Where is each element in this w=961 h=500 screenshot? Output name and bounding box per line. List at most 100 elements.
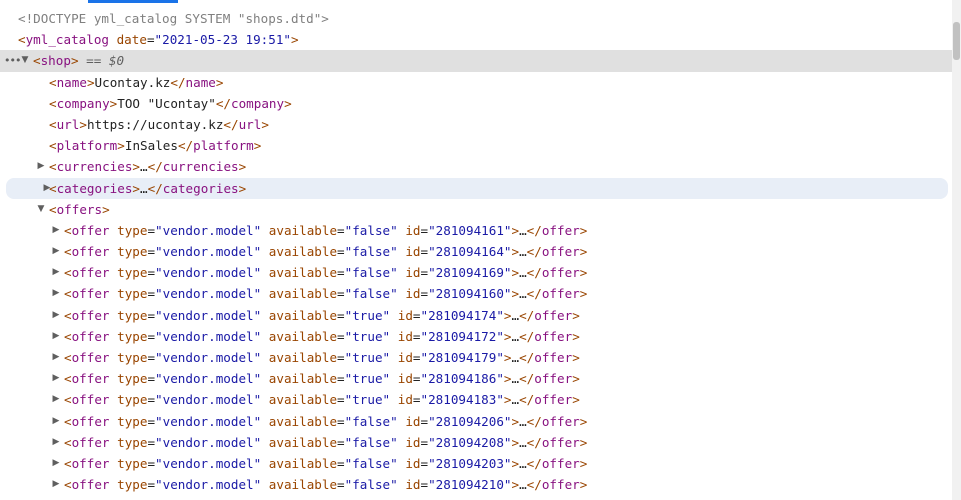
offer-node[interactable]: ▶ <offer type="vendor.model" available="f… <box>0 432 952 453</box>
tag-bracket: > <box>572 350 580 365</box>
collapse-toggle-icon[interactable]: ▶ <box>51 347 61 368</box>
offer-node[interactable]: ▶ <offer type="vendor.model" available="f… <box>0 411 952 432</box>
collapse-toggle-icon[interactable]: ▶ <box>51 283 61 304</box>
tag-name: offer <box>534 307 573 323</box>
collapse-toggle-icon[interactable]: ▶ <box>51 220 61 241</box>
offer-node[interactable]: ▶ <offer type="vendor.model" available="t… <box>0 347 952 368</box>
tag-name: offer <box>71 434 110 450</box>
collapse-toggle-icon[interactable]: ▶ <box>51 453 61 474</box>
tag-bracket: < <box>64 244 72 260</box>
attr-equals: = <box>147 350 156 365</box>
vertical-scrollbar[interactable] <box>952 0 961 500</box>
collapsed-ellipsis[interactable]: … <box>519 435 527 450</box>
offers-node-content: <offers> <box>49 199 110 220</box>
collapsed-ellipsis[interactable]: … <box>519 456 527 471</box>
tag-bracket: </ <box>170 74 186 90</box>
more-options-icon[interactable]: ••• <box>4 50 21 71</box>
shop-child-company[interactable]: <company>ТОО "Ucontay"</company> <box>0 93 952 114</box>
offer-node[interactable]: ▶ <offer type="vendor.model" available="f… <box>0 241 952 262</box>
tag-bracket: </ <box>519 328 535 344</box>
attr-value: "false" <box>344 286 398 302</box>
tag-name: offer <box>71 392 110 408</box>
collapsed-ellipsis[interactable]: … <box>512 329 520 344</box>
attr-equals: = <box>147 265 156 281</box>
offer-node[interactable]: ▶ <offer type="vendor.model" available="t… <box>0 368 952 389</box>
attr-name: type <box>117 244 148 260</box>
tag-bracket: </ <box>519 307 535 323</box>
attr-name: available <box>268 328 338 344</box>
collapse-toggle-icon[interactable]: ▶ <box>51 241 61 262</box>
collapse-toggle-icon[interactable]: ▶ <box>51 432 61 453</box>
yml-catalog-node[interactable]: <yml_catalog date="2021-05-23 19:51"> <box>0 29 952 50</box>
collapsed-ellipsis[interactable]: … <box>519 477 527 492</box>
tag-bracket: > <box>579 244 588 260</box>
collapsed-ellipsis[interactable]: … <box>512 308 520 323</box>
tag-bracket: < <box>49 138 57 154</box>
tag-bracket: < <box>64 265 72 281</box>
attr-equals: = <box>420 455 429 471</box>
offer-node[interactable]: ▶ <offer type="vendor.model" available="t… <box>0 305 952 326</box>
attr-equals: = <box>412 371 421 387</box>
offer-node[interactable]: ▶ <offer type="vendor.model" available="f… <box>0 262 952 283</box>
offer-node[interactable]: ▶ <offer type="vendor.model" available="f… <box>0 474 952 495</box>
offer-node[interactable]: ▶ <offer type="vendor.model" available="t… <box>0 326 952 347</box>
offer-node-content: <offer type="vendor.model" available="tr… <box>64 305 580 326</box>
tag-name: offer <box>71 371 110 387</box>
attr-equals: = <box>412 307 421 323</box>
tag-bracket: > <box>503 371 512 387</box>
scrollbar-thumb[interactable] <box>953 22 960 60</box>
offer-node[interactable]: ▶ <offer type="vendor.model" available="t… <box>0 389 952 410</box>
expand-toggle-icon[interactable]: ▼ <box>20 50 30 71</box>
collapsed-ellipsis[interactable]: … <box>519 223 527 238</box>
collapsed-ellipsis[interactable]: … <box>140 159 148 174</box>
tag-bracket: > <box>253 138 262 154</box>
doctype-node-content: <!DOCTYPE yml_catalog SYSTEM "shops.dtd"… <box>18 8 329 29</box>
collapse-toggle-icon[interactable]: ▶ <box>51 389 61 410</box>
shop-node[interactable]: ••• ▼ <shop> == $0 <box>0 50 952 72</box>
shop-child-url[interactable]: <url>https://ucontay.kz</url> <box>0 114 952 135</box>
tag-name: offer <box>71 413 110 429</box>
collapse-toggle-icon[interactable]: ▶ <box>51 411 61 432</box>
collapse-toggle-icon[interactable]: ▶ <box>36 156 46 177</box>
collapsed-ellipsis[interactable]: … <box>512 371 520 386</box>
collapse-toggle-icon[interactable]: ▶ <box>51 262 61 283</box>
collapse-toggle-icon[interactable]: ▶ <box>51 326 61 347</box>
offers-node[interactable]: ▼ <offers> <box>0 199 952 220</box>
collapse-toggle-icon[interactable]: ▶ <box>51 474 61 495</box>
collapsed-ellipsis[interactable]: … <box>519 286 527 301</box>
tag-bracket: > <box>511 222 520 238</box>
collapse-toggle-icon[interactable]: ▶ <box>51 368 61 389</box>
tag-bracket: > <box>102 201 110 217</box>
collapsed-ellipsis[interactable]: … <box>512 392 520 407</box>
collapsed-ellipsis[interactable]: … <box>519 414 527 429</box>
shop-child-name[interactable]: <name>Ucontay.kz</name> <box>0 72 952 93</box>
collapsed-ellipsis[interactable]: … <box>519 244 527 259</box>
attr-name: type <box>117 392 148 408</box>
offer-node[interactable]: ▶ <offer type="vendor.model" available="f… <box>0 283 952 304</box>
offer-node[interactable]: ▶ <offer type="vendor.model" available="f… <box>0 220 952 241</box>
shop-child-currencies[interactable]: ▶ <currencies>…</currencies> <box>0 156 952 177</box>
collapse-toggle-icon[interactable]: ▶ <box>51 305 61 326</box>
attr-equals: = <box>412 328 421 344</box>
tag-bracket: < <box>64 392 72 408</box>
expand-toggle-icon[interactable]: ▼ <box>36 199 46 220</box>
shop-child-categories-content: <categories>…</categories> <box>49 178 246 199</box>
attr-equals: = <box>147 455 156 471</box>
offer-node[interactable]: ▶ <offer type="vendor.model" available="f… <box>0 453 952 474</box>
shop-child-platform[interactable]: <platform>InSales</platform> <box>0 135 952 156</box>
shop-child-categories[interactable]: ▶ <categories>…</categories> <box>6 177 948 199</box>
attr-name: id <box>397 350 413 365</box>
collapsed-ellipsis[interactable]: … <box>140 181 148 196</box>
collapsed-ellipsis[interactable]: … <box>519 265 527 280</box>
tag-bracket: > <box>291 32 299 48</box>
tag-bracket: > <box>579 434 588 450</box>
attr-name: id <box>397 307 413 323</box>
attr-equals: = <box>147 413 156 429</box>
doctype-node[interactable]: <!DOCTYPE yml_catalog SYSTEM "shops.dtd"… <box>0 8 952 29</box>
collapsed-ellipsis[interactable]: … <box>512 350 520 365</box>
tag-bracket: > <box>572 392 580 408</box>
